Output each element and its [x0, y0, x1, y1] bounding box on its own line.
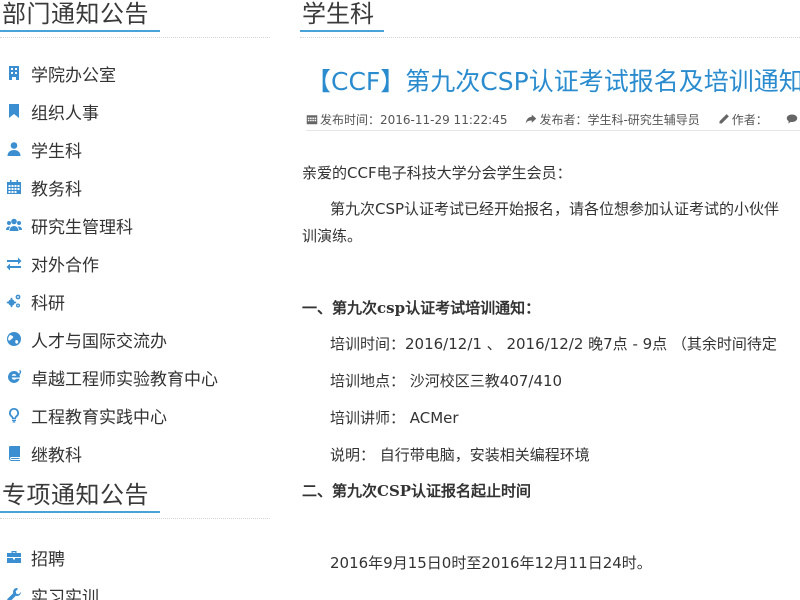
- comment-icon: [786, 114, 798, 124]
- comments: [786, 113, 800, 125]
- intro-line-2: 训演练。: [302, 227, 363, 245]
- sidebar-item-recruitment[interactable]: 招聘: [0, 538, 272, 576]
- training-note: 说明： 自行带电脑，安装相关编程环境: [330, 446, 590, 464]
- sidebar-item-label: 实习实训: [31, 587, 99, 600]
- author-text: 作者：: [731, 112, 768, 127]
- sidebar-item-label: 学生科: [31, 141, 82, 162]
- training-lecturer: 培训讲师： ACMer: [330, 409, 459, 427]
- greeting: 亲爱的CCF电子科技大学分会学生会员：: [302, 164, 572, 182]
- users-icon: [5, 216, 23, 234]
- section-underline: [300, 30, 384, 32]
- user-icon: [5, 140, 23, 158]
- sidebar-item-label: 对外合作: [31, 255, 99, 276]
- pencil-icon: [719, 114, 729, 124]
- cogs-icon: [5, 292, 23, 310]
- heading-training: 一、第九次csp认证考试培训通知：: [302, 299, 541, 317]
- sidebar-item-student-affairs[interactable]: 学生科: [0, 130, 272, 168]
- sidebar-item-label: 招聘: [31, 549, 65, 570]
- intro-line-1: 第九次CSP认证考试已经开始报名，请各位想参加认证考试的小伙伴: [330, 200, 780, 218]
- sidebar-item-academic-affairs[interactable]: 教务科: [0, 168, 272, 206]
- calendar-icon: [306, 115, 318, 125]
- briefcase-icon: [5, 548, 23, 566]
- article-meta: 发布时间：2016-11-29 11:22:45 发布者：学生科-研究生辅导员 …: [306, 108, 800, 131]
- calendar-icon: [5, 178, 23, 196]
- section-title: 学生科: [302, 0, 374, 28]
- content-section-header: 学生科: [300, 0, 800, 40]
- section-underline: [0, 511, 160, 513]
- sidebar-item-label: 学院办公室: [31, 65, 116, 86]
- sidebar-item-excellent-engineer-center[interactable]: 卓越工程师实验教育中心: [0, 358, 272, 396]
- building-icon: [5, 64, 23, 82]
- sidebar-item-office[interactable]: 学院办公室: [0, 54, 272, 92]
- sidebar-item-label: 教务科: [31, 179, 82, 200]
- sidebar-item-label: 研究生管理科: [31, 217, 133, 238]
- article-panel: 学生科 【CCF】第九次CSP认证考试报名及培训通知 发布时间：2016-11-…: [300, 0, 800, 600]
- sidebar-item-graduate-management[interactable]: 研究生管理科: [0, 206, 272, 244]
- page: 部门通知公告 学院办公室 组织人事 学生科 教务科 研究生管理科 对外合作 科研…: [0, 0, 800, 600]
- sidebar-item-internship[interactable]: 实习实训: [0, 576, 272, 600]
- wrench-icon: [5, 586, 23, 600]
- sidebar-item-label: 人才与国际交流办: [31, 331, 167, 352]
- heading-registration: 二、第九次CSP认证报名起止时间: [302, 482, 532, 500]
- publisher: 发布者：学生科-研究生辅导员: [525, 111, 700, 128]
- author: 作者：: [718, 111, 768, 128]
- sidebar-item-continuing-education[interactable]: 继教科: [0, 434, 272, 472]
- article-title[interactable]: 【CCF】第九次CSP认证考试报名及培训通知: [306, 62, 800, 98]
- divider: [300, 37, 800, 38]
- sidebar-item-label: 组织人事: [31, 103, 99, 124]
- dept-section-header: 部门通知公告: [0, 0, 272, 38]
- globe-icon: [5, 330, 23, 348]
- special-section-title: 专项通知公告: [2, 481, 149, 509]
- sidebar-item-external-cooperation[interactable]: 对外合作: [0, 244, 272, 282]
- sidebar-item-label: 卓越工程师实验教育中心: [31, 369, 218, 390]
- publish-time-text: 发布时间：2016-11-29 11:22:45: [320, 112, 508, 127]
- sidebar: 部门通知公告 学院办公室 组织人事 学生科 教务科 研究生管理科 对外合作 科研…: [0, 0, 272, 600]
- sidebar-item-label: 科研: [31, 293, 65, 314]
- bookmark-icon: [5, 102, 23, 120]
- dept-nav-list: 学院办公室 组织人事 学生科 教务科 研究生管理科 对外合作 科研 人才与国际交…: [0, 54, 272, 472]
- section-underline: [0, 30, 160, 32]
- sidebar-item-label: 工程教育实践中心: [31, 407, 167, 428]
- book-icon: [5, 444, 23, 462]
- ie-icon: [5, 368, 23, 386]
- divider: [0, 37, 270, 38]
- sidebar-item-personnel[interactable]: 组织人事: [0, 92, 272, 130]
- sidebar-item-talent-international[interactable]: 人才与国际交流办: [0, 320, 272, 358]
- divider: [0, 518, 270, 519]
- training-time: 培训时间：2016/12/1 、 2016/12/2 晚7点 - 9点 （其余时…: [330, 335, 777, 353]
- special-nav-list: 招聘 实习实训: [0, 538, 272, 600]
- registration-period: 2016年9月15日0时至2016年12月11日24时。: [330, 554, 652, 572]
- publisher-text: 发布者：学生科-研究生辅导员: [539, 112, 700, 127]
- sidebar-item-research[interactable]: 科研: [0, 282, 272, 320]
- sidebar-item-label: 继教科: [31, 445, 82, 466]
- training-place: 培训地点： 沙河校区三教407/410: [330, 372, 563, 390]
- publish-time: 发布时间：2016-11-29 11:22:45: [306, 111, 507, 128]
- lightbulb-icon: [5, 406, 23, 424]
- share-icon: [526, 114, 537, 124]
- dept-section-title: 部门通知公告: [2, 0, 149, 28]
- special-section-header: 专项通知公告: [0, 481, 272, 519]
- exchange-icon: [5, 254, 23, 272]
- sidebar-item-engineering-practice-center[interactable]: 工程教育实践中心: [0, 396, 272, 434]
